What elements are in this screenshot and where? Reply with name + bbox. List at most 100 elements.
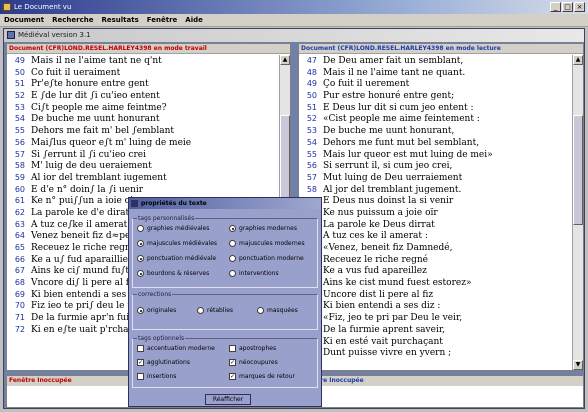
radio-icon[interactable]	[229, 270, 236, 277]
radio-icon[interactable]	[137, 307, 144, 314]
line-number: 54	[306, 137, 317, 147]
right-scrollbar[interactable]: ▲ ▼	[572, 55, 583, 370]
text-line: 62A tuz ces ke il amerat :	[299, 230, 571, 242]
line-text: Vncore di∫ li pere al fiz	[31, 278, 137, 289]
line-number: 53	[14, 102, 25, 112]
line-text: Si serrunt il, si cum jeo crei,	[323, 161, 453, 172]
option-insertions[interactable]: insertions	[137, 373, 176, 380]
option-interventions[interactable]: interventions	[229, 270, 279, 277]
option-label: insertions	[147, 373, 177, 380]
right-lower-label: Fenêtre Inoccupée	[299, 376, 583, 386]
line-text: Pr'e∫te honure entre gent	[31, 79, 149, 90]
line-text: De Deu amer fait un semblant,	[323, 56, 464, 66]
maximize-icon[interactable]: □	[562, 2, 573, 12]
text-line: 60Ke nus puissum a joie oïr	[299, 207, 571, 219]
option-label: majuscules médiévales	[147, 240, 218, 247]
app-icon	[3, 3, 11, 11]
left-pane-header: Document (CFR)LOND.RESEL.HARLEY4398 en m…	[7, 44, 290, 54]
option-accentuation-moderne[interactable]: accentuation moderne	[137, 345, 215, 352]
line-number: 67	[14, 266, 25, 276]
checkbox-icon[interactable]	[137, 345, 144, 352]
dialog-title-bar[interactable]: propriétés du texte	[129, 198, 321, 209]
menu-aide[interactable]: Aide	[185, 14, 203, 26]
option-label: interventions	[239, 270, 279, 277]
option-majuscules-m-di-vales[interactable]: majuscules médiévales	[137, 240, 217, 247]
checkbox-icon[interactable]	[229, 345, 236, 352]
option-label: graphies médiévales	[147, 225, 210, 232]
group-label: corrections	[137, 291, 173, 298]
radio-icon[interactable]	[229, 240, 236, 247]
text-line: 71Ki en esté vait purchaçant	[299, 336, 571, 348]
scroll-down-icon[interactable]: ▼	[573, 360, 583, 370]
radio-icon[interactable]	[137, 240, 144, 247]
menu-document[interactable]: Document	[4, 14, 44, 26]
menu-recherche[interactable]: Recherche	[52, 14, 93, 26]
option-graphies-m-di-vales[interactable]: graphies médiévales	[137, 225, 209, 232]
option-n-ocoupures[interactable]: ✓ néocoupures	[229, 359, 278, 366]
line-number: 57	[306, 172, 317, 182]
line-number: 51	[306, 102, 317, 112]
text-line: 48 Mais il ne l'aime tant ne quant.	[299, 67, 571, 79]
text-line: 58 M' luig de deu ueraiement	[7, 160, 278, 172]
text-line: 53 De buche me uunt honurant,	[299, 125, 571, 137]
right-lower-pane: Fenêtre Inoccupée	[298, 375, 584, 408]
line-number: 58	[306, 184, 317, 194]
radio-icon[interactable]	[197, 307, 204, 314]
option-ponctuation-moderne[interactable]: ponctuation moderne	[229, 255, 304, 262]
option-majuscules-modernes[interactable]: majuscules modernes	[229, 240, 305, 247]
minimize-icon[interactable]: _	[550, 2, 561, 12]
group-tags-optionnels: tags optionnels accentuation moderne apos…	[132, 335, 318, 388]
option-graphies-modernes[interactable]: graphies modernes	[229, 225, 297, 232]
radio-icon[interactable]	[229, 255, 236, 262]
radio-icon[interactable]	[137, 255, 144, 262]
line-number: 63	[14, 219, 25, 229]
option-ponctuation-m-di-vale[interactable]: ponctuation médiévale	[137, 255, 216, 262]
text-line: 67Uncore dist li pere al fiz	[299, 289, 571, 301]
close-icon[interactable]: ×	[574, 2, 585, 12]
menu-fenetre[interactable]: Fenêtre	[147, 14, 178, 26]
window-controls: _ □ ×	[550, 2, 585, 12]
line-number: 50	[306, 91, 317, 101]
right-text-lines[interactable]: 47 De Deu amer fait un semblant, 48 Mais il…	[299, 55, 571, 370]
option-apostrophes[interactable]: apostrophes	[229, 345, 276, 352]
text-line: 72Dunt puisse vivre en yvern ;	[299, 347, 571, 359]
text-line: 47 De Deu amer fait un semblant,	[299, 55, 571, 67]
checkbox-icon[interactable]: ✓	[229, 359, 236, 366]
line-number: 59	[14, 172, 25, 182]
radio-icon[interactable]	[137, 225, 144, 232]
right-document-pane: Document (CFR)LOND.RESEL.HARLEY4398 en m…	[298, 43, 584, 371]
menu-resultats[interactable]: Resultats	[101, 14, 138, 26]
checkbox-icon[interactable]: ✓	[137, 359, 144, 366]
radio-icon[interactable]	[229, 225, 236, 232]
option-r-tablies[interactable]: rétablies	[197, 307, 233, 314]
option-label: majuscules modernes	[239, 240, 305, 247]
scroll-thumb[interactable]	[573, 115, 583, 225]
radio-icon[interactable]	[257, 307, 264, 314]
option-originales[interactable]: originales	[137, 307, 176, 314]
scroll-up-icon[interactable]: ▲	[280, 55, 290, 65]
line-number: 51	[14, 79, 25, 89]
line-number: 55	[306, 149, 317, 159]
text-line: 49 Mais il ne l'aime tant ne q'nt	[7, 55, 278, 67]
text-line: 53 Ci∫t people me aime feintme?	[7, 102, 278, 114]
line-text: Pur estre honuré entre gent;	[323, 91, 455, 102]
reafficher-button[interactable]: Réafficher	[205, 394, 251, 405]
text-line: 69«Fiz, jeo te pri par Deu le veir,	[299, 312, 571, 324]
frame-icon	[7, 31, 15, 39]
menu-bar: Document Recherche Resultats Fenêtre Aid…	[0, 14, 588, 27]
checkbox-icon[interactable]: ✓	[229, 373, 236, 380]
option-label: originales	[147, 307, 177, 314]
scroll-up-icon[interactable]: ▲	[573, 55, 583, 65]
text-line: 55 Dehors me fait m' bel ∫emblant	[7, 125, 278, 137]
option-masqu-es[interactable]: masquées	[257, 307, 298, 314]
line-text: E Deus nus doinst la si venir	[323, 196, 454, 207]
line-number: 65	[14, 243, 25, 252]
group-corrections: corrections originales rétablies masquées	[132, 291, 318, 330]
option-agglutinations[interactable]: ✓ agglutinations	[137, 359, 190, 366]
option-bourdons-r-serves[interactable]: bourdons & réserves	[137, 270, 209, 277]
checkbox-icon[interactable]	[137, 373, 144, 380]
radio-icon[interactable]	[137, 270, 144, 277]
option-marques-de-retour[interactable]: ✓ marques de retour	[229, 373, 295, 380]
group-label: tags optionnels	[137, 335, 186, 342]
text-line: 63«Venez, beneit fiz Damnedé,	[299, 242, 571, 254]
